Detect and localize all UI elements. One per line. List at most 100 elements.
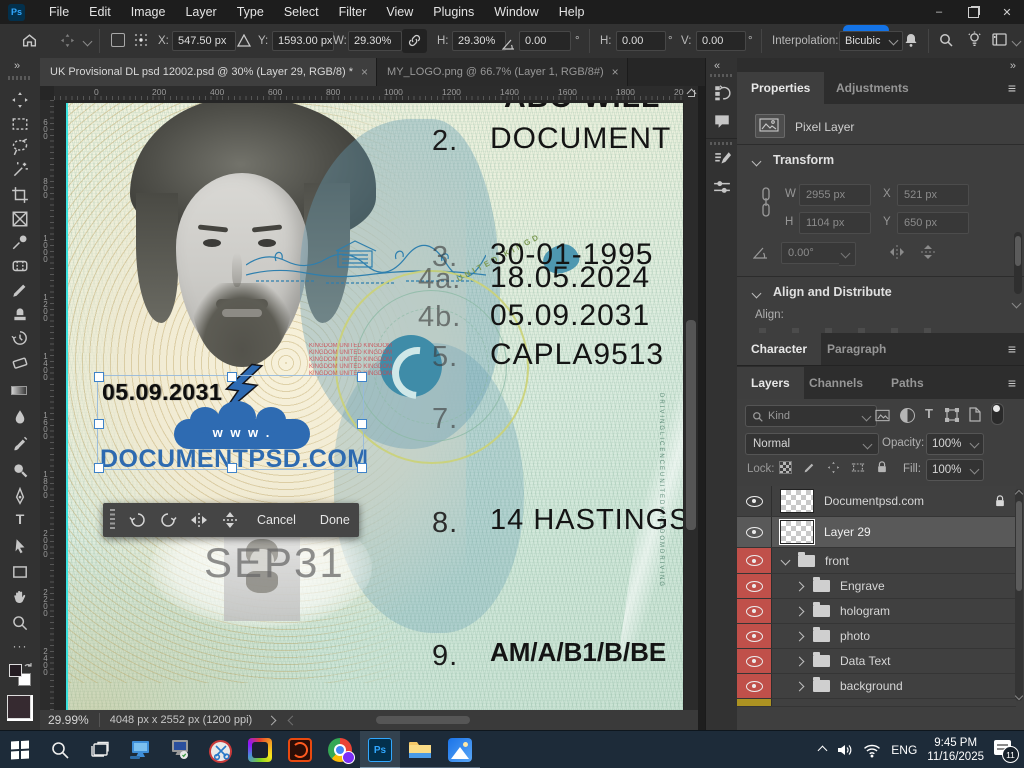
- menu-help[interactable]: Help: [549, 0, 595, 24]
- language-indicator[interactable]: ENG: [891, 743, 917, 757]
- tab-character[interactable]: Character: [737, 333, 821, 365]
- brushes-panel-icon[interactable]: [713, 150, 731, 168]
- tab-channels[interactable]: Channels: [795, 367, 877, 399]
- group-expand-chevron[interactable]: [795, 581, 805, 591]
- filter-toggle[interactable]: [991, 403, 1004, 425]
- minimize-button[interactable]: –: [922, 0, 956, 24]
- menu-plugins[interactable]: Plugins: [423, 0, 484, 24]
- lock-pixels-icon[interactable]: [803, 461, 816, 474]
- tab-paths[interactable]: Paths: [877, 367, 938, 399]
- home-icon[interactable]: [21, 32, 38, 54]
- layer-thumbnail[interactable]: [780, 520, 814, 544]
- status-expand-icon[interactable]: [267, 715, 277, 725]
- h-skew-input[interactable]: 0.00: [616, 31, 666, 51]
- transform-section-title[interactable]: Transform: [773, 153, 834, 167]
- group-expand-chevron[interactable]: [795, 681, 805, 691]
- fill-input[interactable]: 100%: [926, 459, 969, 481]
- filter-adjustment-icon[interactable]: [900, 408, 915, 423]
- layer-group-photo[interactable]: photo: [737, 624, 1016, 649]
- layer-visibility-toggle[interactable]: [737, 649, 772, 673]
- group-expand-chevron[interactable]: [795, 631, 805, 641]
- close-button[interactable]: ✕: [990, 0, 1024, 24]
- layer-group-data-text[interactable]: Data Text: [737, 649, 1016, 674]
- panel-menu-icon[interactable]: ≡: [1008, 80, 1016, 96]
- transform-handle-e[interactable]: [357, 419, 367, 429]
- rectangle-tool[interactable]: [11, 563, 29, 581]
- rotate-cw-icon[interactable]: [159, 511, 177, 529]
- rectangular-marquee-tool[interactable]: [11, 115, 29, 133]
- layer-thumbnail[interactable]: [780, 489, 814, 513]
- horizontal-ruler[interactable]: 0 200 400 600 800 1000 1200 1400 1600 18…: [54, 86, 684, 101]
- task-view-icon[interactable]: [80, 731, 120, 768]
- magic-wand-tool[interactable]: [11, 161, 29, 179]
- menu-file[interactable]: File: [39, 0, 79, 24]
- transform-handle-s[interactable]: [227, 463, 237, 473]
- brush-tool[interactable]: [11, 281, 29, 299]
- horizontal-scrollbar-thumb[interactable]: [376, 716, 470, 724]
- transform-section-chevron[interactable]: [752, 157, 762, 167]
- guide-line[interactable]: [66, 103, 68, 710]
- v-skew-input[interactable]: 0.00: [696, 31, 746, 51]
- maintain-aspect-ratio-button[interactable]: [402, 29, 427, 53]
- panel-menu-icon[interactable]: ≡: [1008, 341, 1016, 357]
- properties-scrollbar[interactable]: [1014, 232, 1022, 294]
- tab-close-icon[interactable]: ×: [361, 65, 368, 79]
- notifications-bell-icon[interactable]: [903, 32, 919, 53]
- layer-row-documentpsd[interactable]: Documentpsd.com: [737, 486, 1016, 517]
- tool-preset-chevron-icon[interactable]: [83, 37, 93, 47]
- layers-scrollbar[interactable]: [1015, 489, 1023, 701]
- path-selection-tool[interactable]: [11, 537, 29, 555]
- layer-visibility-toggle[interactable]: [737, 486, 772, 516]
- tab-close-icon[interactable]: ×: [612, 65, 619, 79]
- computer-management-app-icon[interactable]: [160, 731, 200, 768]
- align-section-chevron[interactable]: [752, 289, 762, 299]
- dodge-tool[interactable]: [11, 461, 29, 479]
- eraser-tool[interactable]: [11, 353, 29, 371]
- layer-filter-dropdown[interactable]: Kind: [745, 405, 877, 427]
- menu-type[interactable]: Type: [227, 0, 274, 24]
- x-position-input[interactable]: 547.50 px: [172, 31, 236, 51]
- layer-visibility-toggle[interactable]: [737, 599, 772, 623]
- restore-button[interactable]: [956, 0, 990, 24]
- align-section-title[interactable]: Align and Distribute: [773, 285, 892, 299]
- scroll-up-icon[interactable]: [688, 90, 695, 97]
- canvas[interactable]: UNITED KINGD KINGDOM UNITED KINGDOMKINGD…: [54, 100, 684, 710]
- zoom-tool[interactable]: [11, 614, 29, 632]
- smudge-tool[interactable]: [11, 435, 29, 453]
- cancel-button[interactable]: Cancel: [257, 513, 296, 527]
- type-tool[interactable]: T: [11, 511, 29, 529]
- workspace-switcher-icon[interactable]: [992, 32, 1008, 52]
- layer-visibility-toggle[interactable]: [737, 699, 772, 706]
- creative-cloud-app-icon[interactable]: [240, 731, 280, 768]
- expand-tools-icon[interactable]: »: [14, 60, 20, 72]
- wifi-icon[interactable]: [863, 743, 881, 758]
- menu-view[interactable]: View: [376, 0, 423, 24]
- flip-horizontal-button[interactable]: [887, 244, 907, 260]
- history-panel-icon[interactable]: [713, 84, 731, 102]
- layer-name[interactable]: Data Text: [840, 654, 890, 668]
- opacity-dropdown[interactable]: [968, 433, 984, 455]
- delta-icon[interactable]: [237, 34, 251, 52]
- canvas-vertical-scrollbar[interactable]: [684, 86, 698, 710]
- chrome-app-icon[interactable]: [320, 731, 360, 768]
- transform-selection-box[interactable]: [97, 375, 364, 470]
- layer-group-background[interactable]: background: [737, 674, 1016, 699]
- flip-horizontal-icon[interactable]: [189, 512, 209, 528]
- y-position-input[interactable]: 1593.00 px: [272, 31, 334, 51]
- tab-adjustments[interactable]: Adjustments: [822, 72, 923, 104]
- layer-group-front[interactable]: front: [737, 548, 1016, 574]
- transform-handle-se[interactable]: [357, 463, 367, 473]
- layer-name[interactable]: Documentpsd.com: [824, 494, 924, 508]
- media-app-icon[interactable]: [280, 731, 320, 768]
- filter-type-icon[interactable]: T: [925, 406, 933, 421]
- filter-smart-object-icon[interactable]: [969, 407, 981, 422]
- layer-name[interactable]: hologram: [840, 604, 890, 618]
- opacity-input[interactable]: 100%: [926, 433, 969, 455]
- layer-row-layer29-selected[interactable]: Layer 29: [737, 517, 1016, 548]
- toggle-reference-point-checkbox[interactable]: [111, 33, 125, 52]
- scrollbar-thumb[interactable]: [686, 320, 696, 530]
- transform-handle-w[interactable]: [94, 419, 104, 429]
- clone-stamp-tool[interactable]: [11, 305, 29, 323]
- tab-properties[interactable]: Properties: [737, 72, 824, 104]
- photos-app-icon[interactable]: [440, 731, 480, 768]
